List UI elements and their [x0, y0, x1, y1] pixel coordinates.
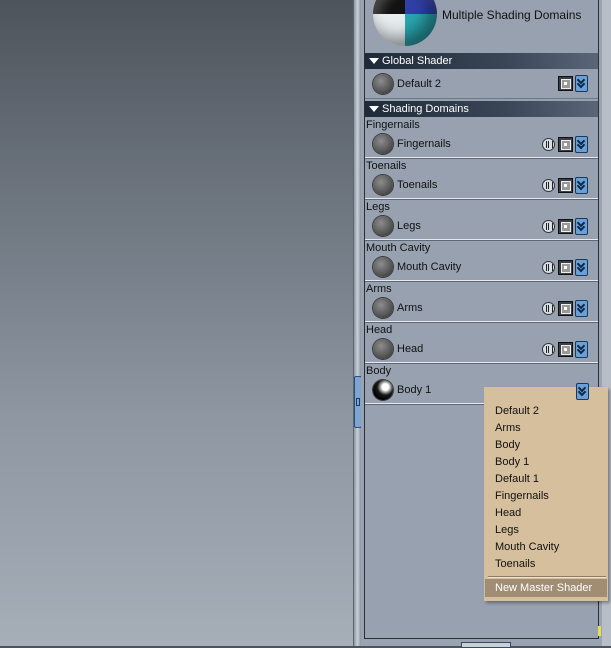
chevron-down-icon[interactable] [575, 259, 588, 276]
domain-label: Mouth Cavity [366, 242, 431, 254]
scroll-indicator [598, 626, 601, 636]
menu-item[interactable]: Fingernails [495, 490, 549, 502]
domain-shader-name: Mouth Cavity [397, 261, 462, 273]
global-shader-section-label: Global Shader [382, 55, 453, 67]
domain-label: Legs [366, 201, 390, 213]
domain-row-fingernails: Fingernails Fingernails [365, 117, 598, 158]
3d-viewport[interactable] [0, 0, 353, 646]
dice-icon[interactable] [558, 76, 573, 91]
shader-ball-icon [373, 257, 393, 277]
dice-icon[interactable] [558, 219, 573, 234]
menu-separator [488, 576, 606, 577]
shader-dropdown-menu: Default 2 Arms Body Body 1 Default 1 Fin… [484, 387, 608, 601]
preview-title: Multiple Shading Domains [442, 8, 582, 22]
domain-row-mouth-cavity: Mouth Cavity Mouth Cavity [365, 240, 598, 281]
menu-item[interactable]: Head [495, 507, 521, 519]
menu-item[interactable]: Body [495, 439, 520, 451]
shader-ball-icon [373, 380, 393, 400]
shading-domains-section-label: Shading Domains [382, 103, 469, 115]
chevron-down-icon[interactable] [575, 136, 588, 153]
shader-ball-icon [373, 339, 393, 359]
expand-triangle-icon [369, 106, 379, 113]
trash-icon[interactable] [542, 261, 555, 274]
domain-shader-name: Head [397, 343, 424, 355]
domain-row-toenails: Toenails Toenails [365, 158, 598, 199]
menu-item[interactable]: Mouth Cavity [495, 541, 559, 553]
chevron-down-icon[interactable] [575, 75, 588, 92]
shader-ball-icon [373, 74, 393, 94]
dice-icon[interactable] [558, 342, 573, 357]
domain-shader-name: Body 1 [397, 384, 432, 396]
menu-item[interactable]: Default 2 [495, 405, 539, 417]
domain-shader-name: Arms [397, 302, 423, 314]
dice-icon[interactable] [558, 178, 573, 193]
trash-icon[interactable] [542, 302, 555, 315]
shading-domains-section-header[interactable]: Shading Domains [365, 101, 598, 117]
dice-icon[interactable] [558, 301, 573, 316]
chevron-down-icon[interactable] [575, 218, 588, 235]
shader-ball-icon [373, 175, 393, 195]
domain-shader-name: Toenails [397, 179, 438, 191]
global-shader-name: Default 2 [397, 78, 442, 90]
menu-item[interactable]: Body 1 [495, 456, 529, 468]
menu-item[interactable]: Legs [495, 524, 519, 536]
domain-label: Toenails [366, 160, 407, 172]
trash-icon[interactable] [542, 343, 555, 356]
chevron-down-icon[interactable] [575, 300, 588, 317]
menu-item[interactable]: Default 1 [495, 473, 539, 485]
panel-divider[interactable] [353, 0, 361, 646]
domain-row-head: Head Head [365, 322, 598, 363]
expand-triangle-icon [369, 58, 379, 65]
menu-item-label: New Master Shader [495, 582, 593, 594]
trash-icon[interactable] [542, 138, 555, 151]
menu-item[interactable]: Arms [495, 422, 521, 434]
trash-icon[interactable] [542, 220, 555, 233]
dice-icon[interactable] [558, 137, 573, 152]
chevron-down-icon[interactable] [576, 383, 589, 400]
chevron-down-icon[interactable] [575, 341, 588, 358]
domain-label: Head [366, 324, 393, 336]
dice-icon[interactable] [558, 260, 573, 275]
domain-label: Arms [366, 283, 392, 295]
domain-shader-name: Legs [397, 220, 421, 232]
chevron-down-icon[interactable] [575, 177, 588, 194]
domain-shader-name: Fingernails [397, 138, 451, 150]
domain-row-arms: Arms Arms [365, 281, 598, 322]
domain-row-legs: Legs Legs [365, 199, 598, 240]
domain-label: Fingernails [366, 119, 420, 131]
shader-preview-sphere [373, 0, 437, 46]
global-shader-section-header[interactable]: Global Shader [365, 53, 598, 69]
trash-icon[interactable] [542, 179, 555, 192]
menu-item[interactable]: Toenails [495, 558, 535, 570]
menu-item-new-master-shader[interactable]: New Master Shader [485, 579, 607, 597]
domain-label: Body [366, 365, 392, 377]
shader-ball-icon [373, 298, 393, 318]
global-shader-row: Default 2 [365, 70, 598, 99]
shader-ball-icon [373, 216, 393, 236]
panel-bottom-tab[interactable] [461, 642, 511, 648]
shader-ball-icon [373, 134, 393, 154]
